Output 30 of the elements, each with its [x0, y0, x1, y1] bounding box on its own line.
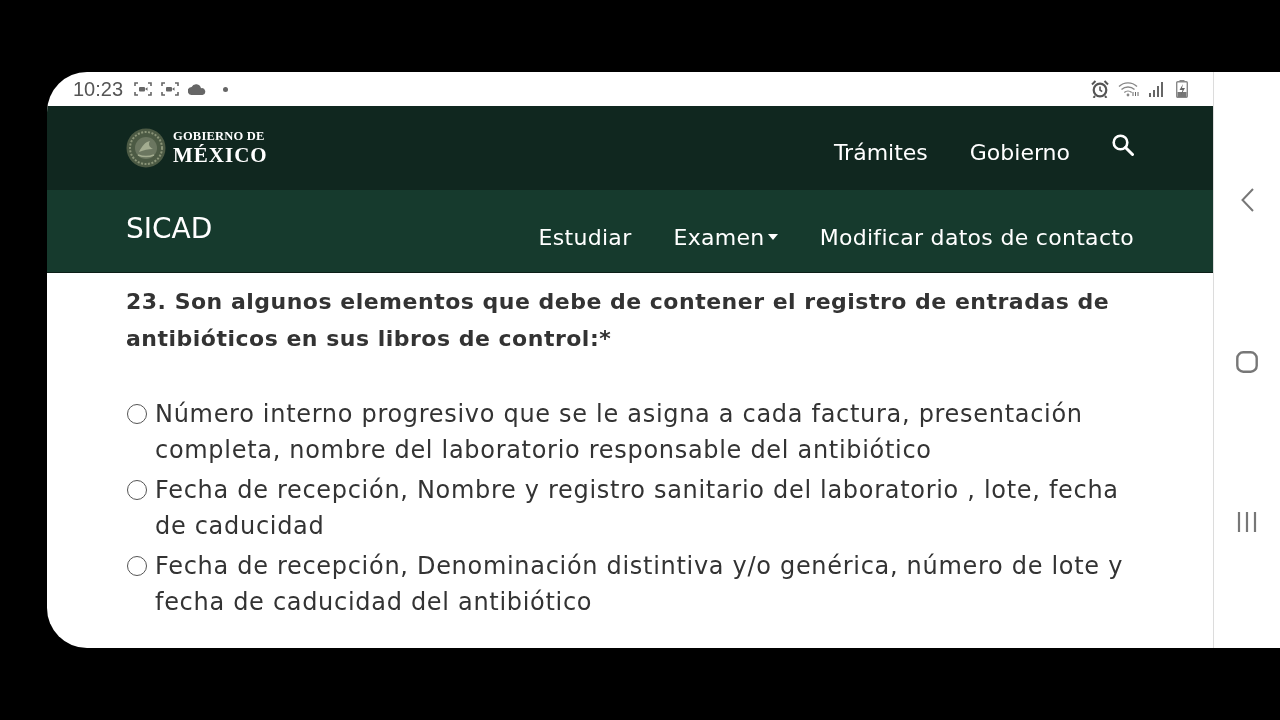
alarm-clock-icon [1091, 80, 1109, 98]
question-text: 23. Son algunos elementos que debe de contener el registro de entradas de antibióticos en sus libros de control:* [126, 288, 1111, 353]
site-title[interactable]: SICAD [126, 211, 213, 245]
logo-text-small: GOBIERNO DE [173, 130, 266, 143]
home-icon[interactable] [1236, 351, 1258, 373]
back-icon[interactable] [1240, 188, 1254, 212]
menu-link[interactable]: Estudiar [538, 224, 632, 250]
signal-icon [1149, 81, 1164, 97]
seal-icon [126, 128, 166, 168]
header-link[interactable]: Trámites [833, 139, 928, 165]
screen-record-icon [134, 82, 153, 96]
header-link[interactable]: Gobierno [969, 139, 1070, 165]
search-icon[interactable] [1112, 134, 1134, 156]
caret-icon [767, 234, 778, 240]
screen-record-icon [161, 82, 180, 96]
battery-icon [1176, 80, 1188, 98]
radio-button[interactable] [127, 480, 147, 500]
option-label[interactable]: Fecha de recepción, Denominación distintiva y/o genérica, número de lote y fecha de caducidad del antibiótico [155, 548, 1125, 620]
option-label[interactable]: Fecha de recepción, Nombre y registro sanitario del laboratorio , lote, fecha de caducidad [155, 472, 1125, 544]
dropdown-menu-link[interactable]: Examen [673, 224, 778, 250]
cloud-icon [188, 83, 207, 95]
option-label[interactable]: Número interno progresivo que se le asigna a cada factura, presentación completa, nombre del laboratorio responsable del antibiótico [155, 396, 1125, 468]
menu-link[interactable]: Modificar datos de contacto [819, 224, 1134, 250]
radio-button[interactable] [127, 556, 147, 576]
logo-text-large: MÉXICO [173, 144, 268, 166]
recent-apps-icon[interactable] [1237, 512, 1257, 532]
status-time: 10:23 [73, 77, 124, 101]
dot-icon [223, 86, 229, 92]
radio-button[interactable] [127, 404, 147, 424]
wifi-icon [1118, 81, 1140, 97]
